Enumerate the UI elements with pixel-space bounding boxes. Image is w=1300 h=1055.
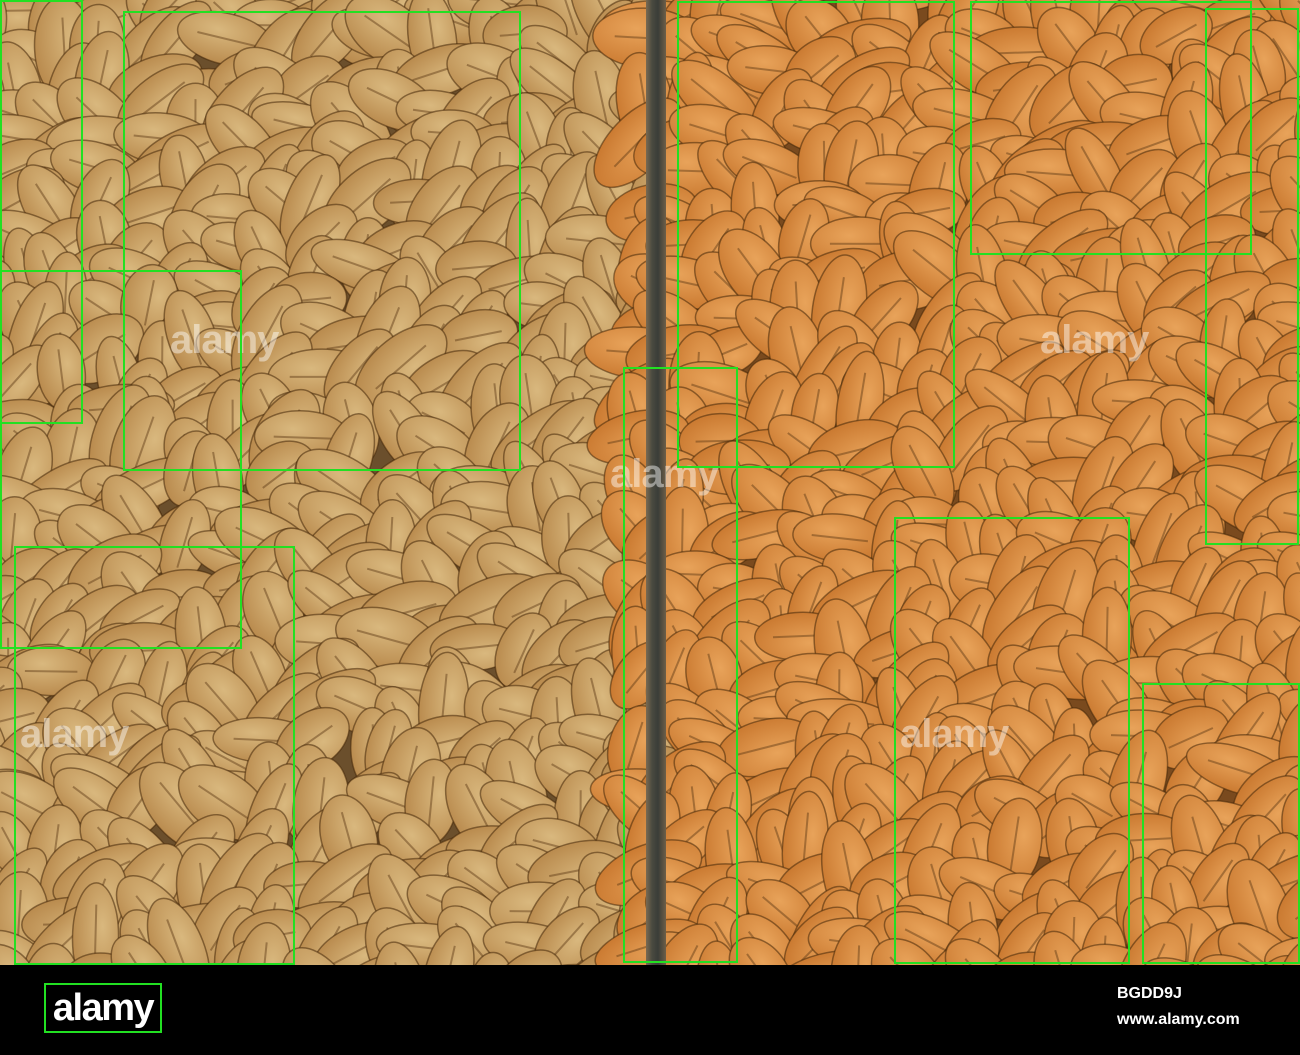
logo-text: alamy <box>52 986 155 1029</box>
site-url: www.alamy.com <box>1117 1011 1240 1028</box>
wheat-grains-photo: alamy alamy alamy alamy alamy <box>0 0 1300 965</box>
watermark-text: alamy <box>610 452 719 496</box>
watermark-text: alamy <box>1040 318 1149 362</box>
stock-photo-frame: alamy alamy alamy alamy alamy alamy BGDD… <box>0 0 1300 1055</box>
alamy-logo: alamy <box>44 983 162 1033</box>
image-id: BGDD9J <box>1117 985 1182 1002</box>
grain-crease <box>24 670 78 673</box>
watermark-text: alamy <box>20 712 129 756</box>
watermark-text: alamy <box>900 712 1009 756</box>
footer-bar: alamy BGDD9J www.alamy.com <box>0 965 1300 1055</box>
watermark-text: alamy <box>170 318 279 362</box>
